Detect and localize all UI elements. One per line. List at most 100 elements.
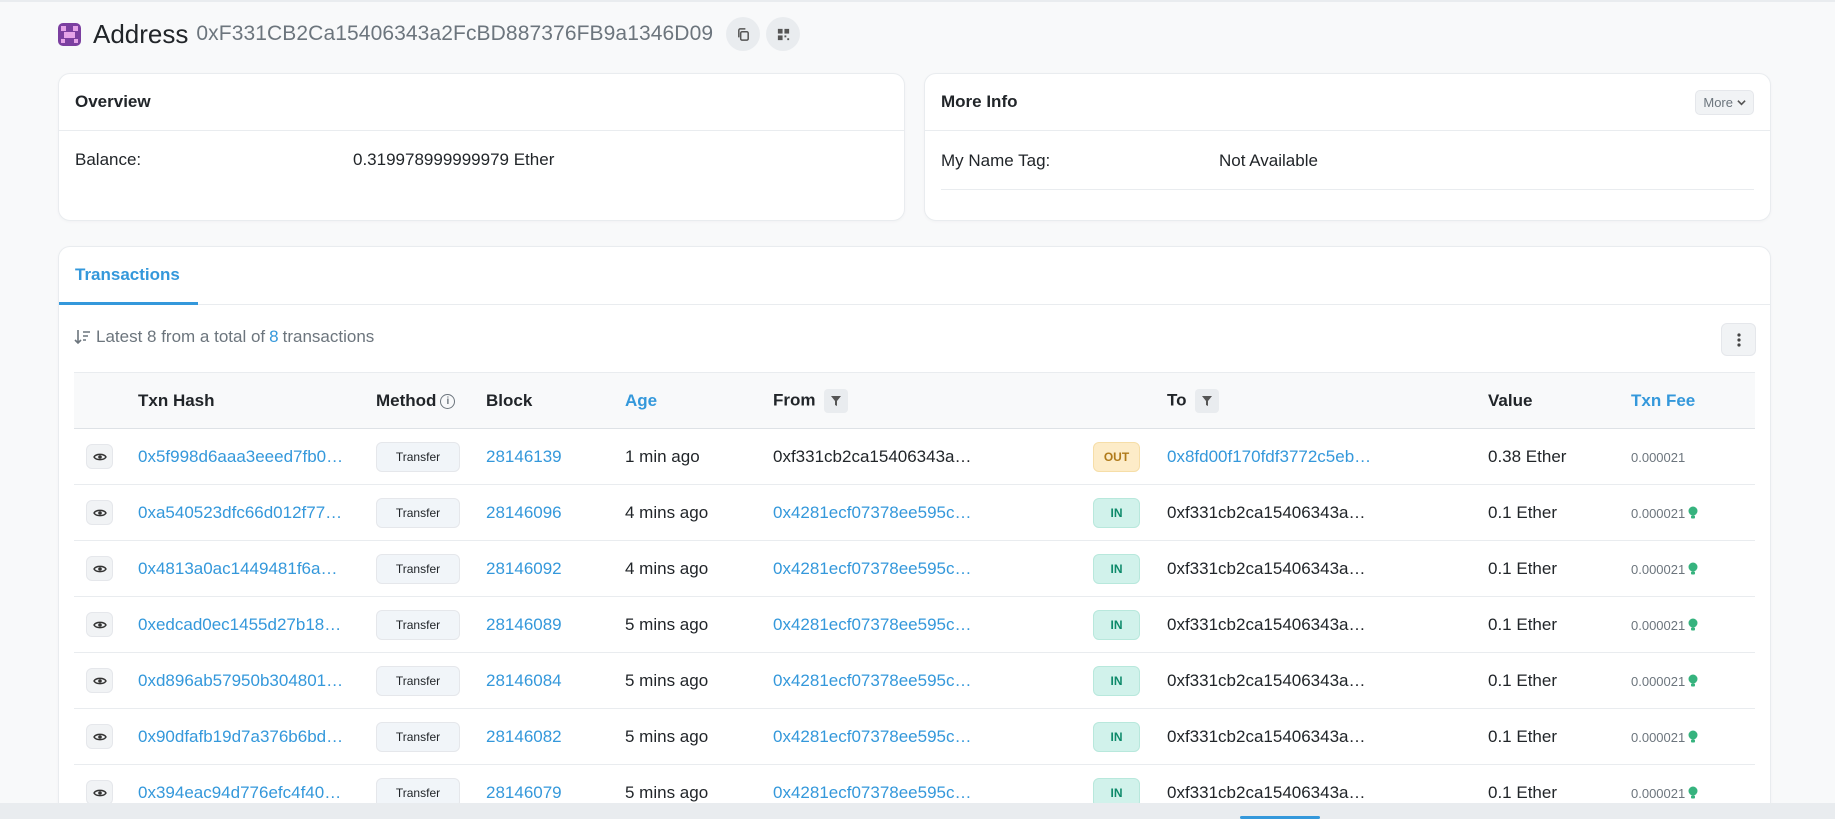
to-address: 0xf331cb2ca15406343a… xyxy=(1167,726,1366,746)
eye-icon xyxy=(92,621,107,628)
summary-count[interactable]: 8 xyxy=(269,327,278,347)
to-address: 0xf331cb2ca15406343a… xyxy=(1167,614,1366,634)
transactions-table: Txn Hash Method i Block Age From To Value… xyxy=(74,372,1755,819)
direction-cell: IN xyxy=(1093,485,1167,541)
divider xyxy=(941,189,1754,190)
txn-fee: 0.000021 xyxy=(1631,617,1686,633)
block-number[interactable]: 28146139 xyxy=(486,429,625,485)
txn-hash[interactable]: 0x90dfafb19d7a376b6bd… xyxy=(138,709,376,765)
direction-cell: IN xyxy=(1093,709,1167,765)
age: 5 mins ago xyxy=(625,726,709,746)
sort-descending-icon xyxy=(74,330,90,345)
col-block: Block xyxy=(486,390,533,410)
txn-hash[interactable]: 0xd896ab57950b304801… xyxy=(138,653,376,709)
view-transaction-button[interactable] xyxy=(86,444,113,469)
eye-icon xyxy=(92,789,107,796)
name-tag-value: Not Available xyxy=(1219,151,1318,170)
table-row: 0x90dfafb19d7a376b6bd… Transfer 28146082 5 … xyxy=(74,709,1755,765)
view-transaction-button[interactable] xyxy=(86,556,113,581)
view-transaction-button[interactable] xyxy=(86,780,113,805)
fee-cell: 0.000021 xyxy=(1631,709,1755,765)
tab-transactions[interactable]: Transactions xyxy=(75,265,180,285)
direction-badge: IN xyxy=(1093,721,1140,752)
gas-indicator-icon xyxy=(1688,618,1698,631)
table-header-row: Txn Hash Method i Block Age From To Value… xyxy=(74,372,1755,429)
balance-value: 0.319978999999979 Ether xyxy=(353,150,555,169)
value: 0.38 Ether xyxy=(1488,446,1567,466)
more-dropdown-button[interactable]: More xyxy=(1695,89,1754,115)
method-cell: Transfer xyxy=(376,429,486,485)
txn-fee: 0.000021 xyxy=(1631,561,1686,577)
direction-cell: OUT xyxy=(1093,429,1167,485)
txn-fee: 0.000021 xyxy=(1631,785,1686,801)
block-number[interactable]: 28146092 xyxy=(486,541,625,597)
view-cell xyxy=(74,709,138,765)
view-cell xyxy=(74,429,138,485)
from-address[interactable]: 0x4281ecf07378ee595c… xyxy=(773,709,1093,765)
to-address[interactable]: 0x8fd00f170fdf3772c5eb… xyxy=(1167,429,1488,485)
from-address: 0xf331cb2ca15406343a… xyxy=(773,446,972,466)
from-filter-button[interactable] xyxy=(823,388,848,413)
name-tag-label: My Name Tag: xyxy=(941,151,1051,170)
gas-indicator-icon xyxy=(1688,786,1698,799)
from-address[interactable]: 0x4281ecf07378ee595c… xyxy=(773,485,1093,541)
direction-badge: IN xyxy=(1093,553,1140,584)
method-cell: Transfer xyxy=(376,597,486,653)
view-cell xyxy=(74,653,138,709)
block-number[interactable]: 28146089 xyxy=(486,597,625,653)
direction-badge: IN xyxy=(1093,665,1140,696)
txn-hash[interactable]: 0xedcad0ec1455d27b18… xyxy=(138,597,376,653)
view-transaction-button[interactable] xyxy=(86,500,113,525)
fee-cell: 0.000021 xyxy=(1631,429,1755,485)
copy-icon xyxy=(737,27,749,41)
age: 4 mins ago xyxy=(625,502,709,522)
col-age[interactable]: Age xyxy=(625,373,773,429)
txn-fee: 0.000021 xyxy=(1631,505,1686,521)
direction-cell: IN xyxy=(1093,653,1167,709)
table-row: 0x5f998d6aaa3eeed7fb0… Transfer 28146139 1 … xyxy=(74,429,1755,485)
from-address[interactable]: 0x4281ecf07378ee595c… xyxy=(773,653,1093,709)
from-address[interactable]: 0x4281ecf07378ee595c… xyxy=(773,597,1093,653)
table-options-button[interactable] xyxy=(1721,323,1756,356)
value: 0.1 Ether xyxy=(1488,726,1557,746)
txn-hash[interactable]: 0x5f998d6aaa3eeed7fb0… xyxy=(138,429,376,485)
method-badge: Transfer xyxy=(376,721,460,752)
col-to: To xyxy=(1167,373,1488,429)
to-address: 0xf331cb2ca15406343a… xyxy=(1167,670,1366,690)
method-cell: Transfer xyxy=(376,541,486,597)
gas-indicator-icon xyxy=(1688,730,1698,743)
txn-hash[interactable]: 0x4813a0ac1449481f6a… xyxy=(138,541,376,597)
txn-hash[interactable]: 0xa540523dfc66d012f77… xyxy=(138,485,376,541)
to-filter-button[interactable] xyxy=(1194,388,1219,413)
method-cell: Transfer xyxy=(376,709,486,765)
view-transaction-button[interactable] xyxy=(86,668,113,693)
address-hash: 0xF331CB2Ca15406343a2FcBD887376FB9a1346D… xyxy=(196,22,714,45)
copy-address-button[interactable] xyxy=(726,17,761,51)
overview-title: Overview xyxy=(75,92,151,111)
method-badge: Transfer xyxy=(376,441,460,472)
col-txn-fee[interactable]: Txn Fee xyxy=(1631,373,1755,429)
view-cell xyxy=(74,485,138,541)
block-number[interactable]: 28146082 xyxy=(486,709,625,765)
direction-badge: IN xyxy=(1093,497,1140,528)
transactions-body: 0x5f998d6aaa3eeed7fb0… Transfer 28146139 1 … xyxy=(74,429,1755,819)
qr-code-button[interactable] xyxy=(766,17,801,51)
value: 0.1 Ether xyxy=(1488,670,1557,690)
method-cell: Transfer xyxy=(376,653,486,709)
table-row: 0xd896ab57950b304801… Transfer 28146084 5 m… xyxy=(74,653,1755,709)
table-row: 0xa540523dfc66d012f77… Transfer 28146096 4 … xyxy=(74,485,1755,541)
more-label: More xyxy=(1703,94,1733,110)
view-transaction-button[interactable] xyxy=(86,724,113,749)
view-transaction-button[interactable] xyxy=(86,612,113,637)
from-address[interactable]: 0x4281ecf07378ee595c… xyxy=(773,541,1093,597)
tabs-bar: Transactions xyxy=(59,247,1770,305)
eye-icon xyxy=(92,565,107,572)
direction-cell: IN xyxy=(1093,541,1167,597)
block-number[interactable]: 28146096 xyxy=(486,485,625,541)
col-txn-hash: Txn Hash xyxy=(138,390,215,410)
balance-label: Balance: xyxy=(75,150,142,169)
method-cell: Transfer xyxy=(376,485,486,541)
block-number[interactable]: 28146084 xyxy=(486,653,625,709)
info-icon[interactable]: i xyxy=(440,393,456,409)
direction-badge: OUT xyxy=(1093,441,1140,472)
